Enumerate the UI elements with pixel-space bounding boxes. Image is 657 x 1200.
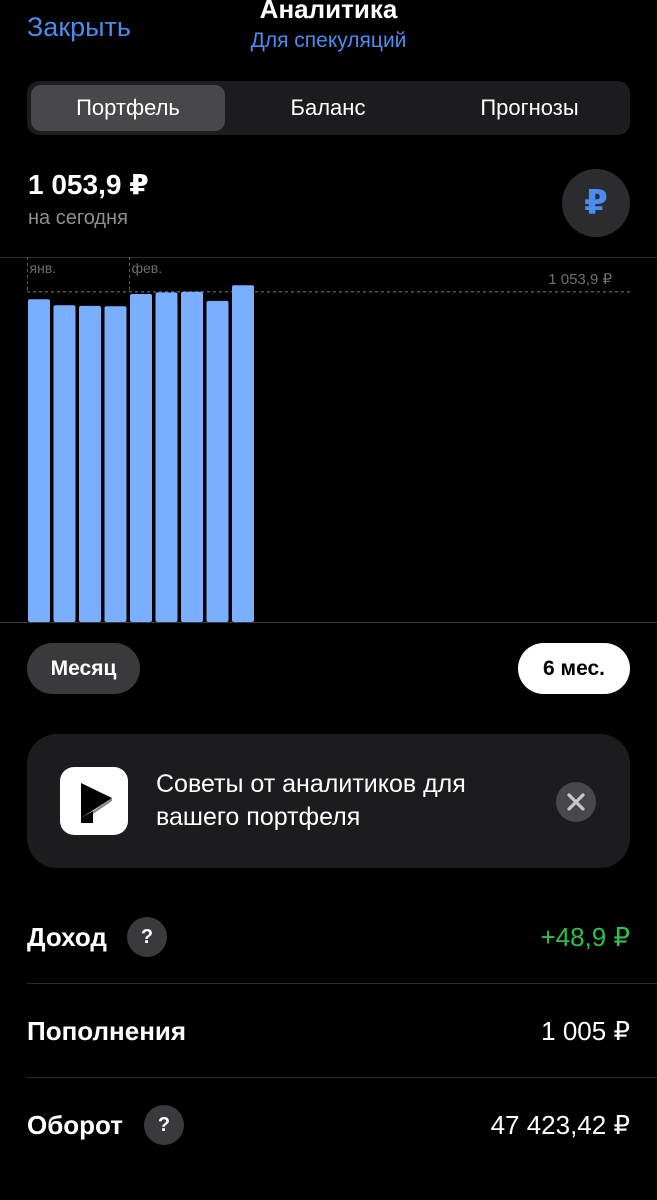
close-icon [567,793,585,811]
ruble-icon: ₽ [584,184,608,222]
help-icon[interactable]: ? [127,917,167,957]
stat-label-turnover: Оборот [27,1110,124,1140]
period-6-months-button[interactable]: 6 мес. [518,643,630,694]
amount-caption: на сегодня [28,207,128,229]
stat-value-turnover: 47 423,42 ₽ [490,1110,630,1140]
chart-bar [206,300,229,622]
chart-bar [79,305,101,622]
chart-bar [155,292,178,622]
chart-bar [181,291,203,622]
reference-label: 1 053,9 ₽ [548,271,612,288]
help-icon[interactable]: ? [144,1105,184,1145]
tab-portfolio[interactable]: Портфель [31,85,225,131]
tab-balance[interactable]: Баланс [227,85,429,131]
stat-label-income: Доход [27,922,107,952]
stat-row-income: Доход ? +48,9 ₽ [27,890,630,984]
currency-toggle-button[interactable]: ₽ [562,169,630,237]
period-month-button[interactable]: Месяц [27,643,140,694]
account-subtitle[interactable]: Для спекуляций [0,28,657,54]
play-logo-icon [60,767,128,835]
chart-bar [104,306,127,622]
page-title: Аналитика [259,0,398,24]
chart-bar [28,299,50,622]
month-label: янв. [30,260,57,276]
analyst-tips-banner[interactable]: Советы от аналитиков для вашего портфеля [27,734,630,868]
stat-label-deposits: Пополнения [27,1016,187,1046]
month-label: фев. [132,260,163,276]
portfolio-amount: 1 053,9 ₽ [28,169,149,200]
tab-forecasts[interactable]: Прогнозы [429,85,630,131]
stat-value-deposits: 1 005 ₽ [541,1016,630,1046]
portfolio-chart: 1 053,9 ₽ янв. фев. [0,257,657,623]
chart-bar [130,293,152,622]
chart-bar [53,305,76,622]
chart-bar [232,285,254,622]
banner-text: Советы от аналитиков для вашего портфеля [156,770,466,831]
stat-row-turnover: Оборот ? 47 423,42 ₽ [27,1078,630,1172]
stat-value-income: +48,9 ₽ [540,922,630,952]
stat-row-deposits: Пополнения 1 005 ₽ [27,984,630,1078]
tab-bar: Портфель Баланс Прогнозы [27,81,630,135]
banner-close-button[interactable] [556,782,596,822]
